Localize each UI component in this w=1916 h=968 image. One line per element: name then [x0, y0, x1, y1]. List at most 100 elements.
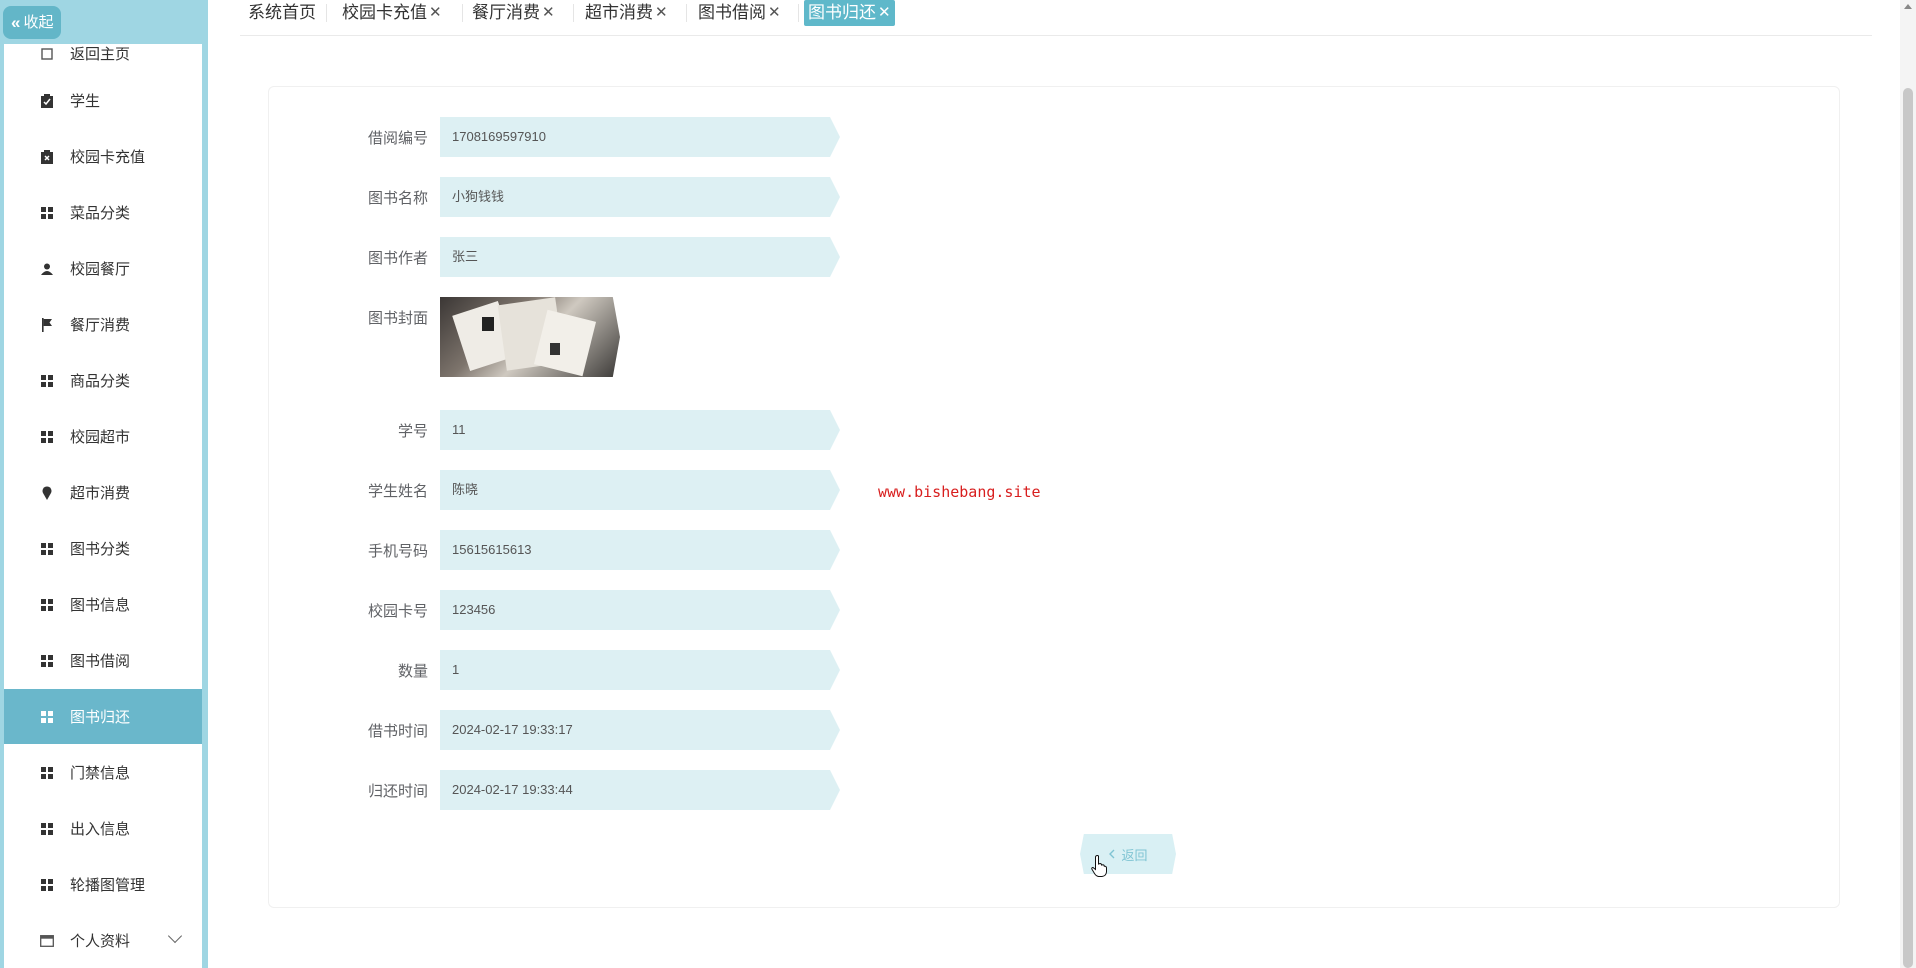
- grid-icon: [40, 822, 54, 836]
- sidebar-item-supermarket[interactable]: 校园超市: [4, 409, 202, 464]
- phone-field[interactable]: 15615615613: [440, 530, 840, 570]
- sidebar: « 收起 返回主页 学生 校园卡充值 菜品分类 校园餐厅 餐厅消费 商品分类 校…: [0, 0, 208, 968]
- sidebar-item-label: 图书借阅: [70, 653, 131, 670]
- sidebar-item-entry-exit[interactable]: 出入信息: [4, 801, 202, 856]
- book-author-field[interactable]: 张三: [440, 237, 840, 277]
- close-icon[interactable]: ✕: [768, 0, 781, 26]
- tab-divider: [326, 4, 327, 22]
- clipboard-x-icon: [40, 149, 54, 164]
- grid-icon: [40, 374, 54, 388]
- sidebar-item-book-borrow[interactable]: 图书借阅: [4, 633, 202, 688]
- scroll-up-arrow-icon[interactable]: [1904, 4, 1912, 9]
- double-chevron-left-icon: «: [11, 13, 21, 32]
- back-button-label: 返回: [1121, 847, 1148, 863]
- form-row-book-cover: 图书封面: [269, 297, 620, 377]
- field-label: 借阅编号: [367, 129, 428, 147]
- sidebar-item-goods-category[interactable]: 商品分类: [4, 353, 202, 408]
- sidebar-item-access-control[interactable]: 门禁信息: [4, 745, 202, 800]
- clipboard-check-icon: [40, 93, 54, 108]
- tab-divider: [462, 4, 463, 22]
- close-icon[interactable]: ✕: [429, 0, 442, 26]
- tab-bar: 系统首页 校园卡充值 ✕ 餐厅消费 ✕ 超市消费 ✕ 图书借阅 ✕ 图书归还 ✕: [240, 0, 1872, 36]
- sidebar-item-card-recharge[interactable]: 校园卡充值: [4, 129, 202, 184]
- sidebar-item-label: 图书分类: [70, 541, 131, 558]
- form-row-borrow-time: 借书时间 2024-02-17 19:33:17: [269, 710, 840, 750]
- home-icon: [40, 47, 54, 61]
- close-icon[interactable]: ✕: [542, 0, 555, 26]
- field-label: 学号: [397, 422, 428, 440]
- form-row-borrow-no: 借阅编号 1708169597910: [269, 117, 840, 157]
- close-icon[interactable]: ✕: [655, 0, 668, 26]
- sidebar-item-label: 图书信息: [70, 597, 131, 614]
- grid-icon: [40, 542, 54, 556]
- tab-supermarket-consume[interactable]: 超市消费 ✕: [581, 0, 672, 26]
- field-label: 归还时间: [367, 782, 428, 800]
- tab-home[interactable]: 系统首页: [244, 0, 320, 26]
- grid-icon: [40, 206, 54, 220]
- tab-card-recharge[interactable]: 校园卡充值 ✕: [338, 0, 446, 26]
- sidebar-item-label: 返回主页: [70, 46, 131, 63]
- grid-icon: [40, 430, 54, 444]
- collapse-sidebar-button[interactable]: « 收起: [3, 6, 62, 39]
- detail-form-card: 借阅编号 1708169597910 图书名称 小狗钱钱 图书作者 张三 图书封…: [268, 86, 1840, 908]
- sidebar-item-label: 校园卡充值: [70, 149, 146, 166]
- card-no-field[interactable]: 123456: [440, 590, 840, 630]
- tab-divider: [798, 4, 799, 22]
- sidebar-item-book-category[interactable]: 图书分类: [4, 521, 202, 576]
- tab-label: 餐厅消费: [472, 3, 540, 22]
- sidebar-item-label: 餐厅消费: [70, 317, 131, 334]
- sidebar-item-dish-category[interactable]: 菜品分类: [4, 185, 202, 240]
- field-label: 图书名称: [367, 189, 428, 207]
- tab-divider: [573, 4, 574, 22]
- chevron-left-icon: [1108, 847, 1115, 862]
- borrow-time-field[interactable]: 2024-02-17 19:33:17: [440, 710, 840, 750]
- grid-icon: [40, 766, 54, 780]
- profile-card-icon: [40, 934, 54, 948]
- student-name-field[interactable]: 陈晓: [440, 470, 840, 510]
- sidebar-item-label: 图书归还: [70, 709, 131, 726]
- close-icon[interactable]: ✕: [878, 0, 891, 26]
- sidebar-item-profile[interactable]: 个人资料: [4, 913, 202, 968]
- form-row-quantity: 数量 1: [269, 650, 840, 690]
- tab-book-borrow[interactable]: 图书借阅 ✕: [694, 0, 785, 26]
- sidebar-item-label: 校园餐厅: [70, 261, 131, 278]
- sidebar-item-carousel[interactable]: 轮播图管理: [4, 857, 202, 912]
- field-label: 学生姓名: [367, 482, 428, 500]
- sidebar-item-label: 校园超市: [70, 429, 131, 446]
- book-cover-image[interactable]: [440, 297, 620, 377]
- book-name-field[interactable]: 小狗钱钱: [440, 177, 840, 217]
- sidebar-item-label: 菜品分类: [70, 205, 131, 222]
- tab-label: 超市消费: [585, 3, 653, 22]
- sidebar-item-book-return[interactable]: 图书归还: [4, 689, 202, 744]
- grid-icon: [40, 710, 54, 724]
- tab-canteen-consume[interactable]: 餐厅消费 ✕: [468, 0, 559, 26]
- sidebar-item-book-info[interactable]: 图书信息: [4, 577, 202, 632]
- sidebar-item-supermarket-consume[interactable]: 超市消费: [4, 465, 202, 520]
- borrow-no-field[interactable]: 1708169597910: [440, 117, 840, 157]
- form-row-student-no: 学号 11: [269, 410, 840, 450]
- form-row-book-name: 图书名称 小狗钱钱: [269, 177, 840, 217]
- flag-icon: [40, 317, 54, 332]
- field-label: 数量: [397, 662, 428, 680]
- field-label: 校园卡号: [367, 602, 428, 620]
- quantity-field[interactable]: 1: [440, 650, 840, 690]
- sidebar-item-label: 个人资料: [70, 933, 131, 950]
- sidebar-item-student[interactable]: 学生: [4, 73, 202, 128]
- tab-divider: [686, 4, 687, 22]
- field-label: 图书封面: [367, 310, 428, 327]
- sidebar-item-canteen-consume[interactable]: 餐厅消费: [4, 297, 202, 352]
- grid-icon: [40, 654, 54, 668]
- scrollbar-thumb[interactable]: [1903, 88, 1913, 968]
- tab-book-return[interactable]: 图书归还 ✕: [804, 0, 895, 26]
- field-label: 手机号码: [367, 542, 428, 560]
- form-row-card-no: 校园卡号 123456: [269, 590, 840, 630]
- collapse-label: 收起: [23, 14, 54, 31]
- return-time-field[interactable]: 2024-02-17 19:33:44: [440, 770, 840, 810]
- sidebar-item-canteen[interactable]: 校园餐厅: [4, 241, 202, 296]
- sidebar-menu: 返回主页 学生 校园卡充值 菜品分类 校园餐厅 餐厅消费 商品分类 校园超市 超…: [4, 44, 202, 968]
- chevron-down-icon[interactable]: [167, 928, 183, 944]
- student-no-field[interactable]: 11: [440, 410, 840, 450]
- user-icon: [40, 262, 54, 276]
- sidebar-item-label: 学生: [70, 93, 101, 110]
- form-row-book-author: 图书作者 张三: [269, 237, 840, 277]
